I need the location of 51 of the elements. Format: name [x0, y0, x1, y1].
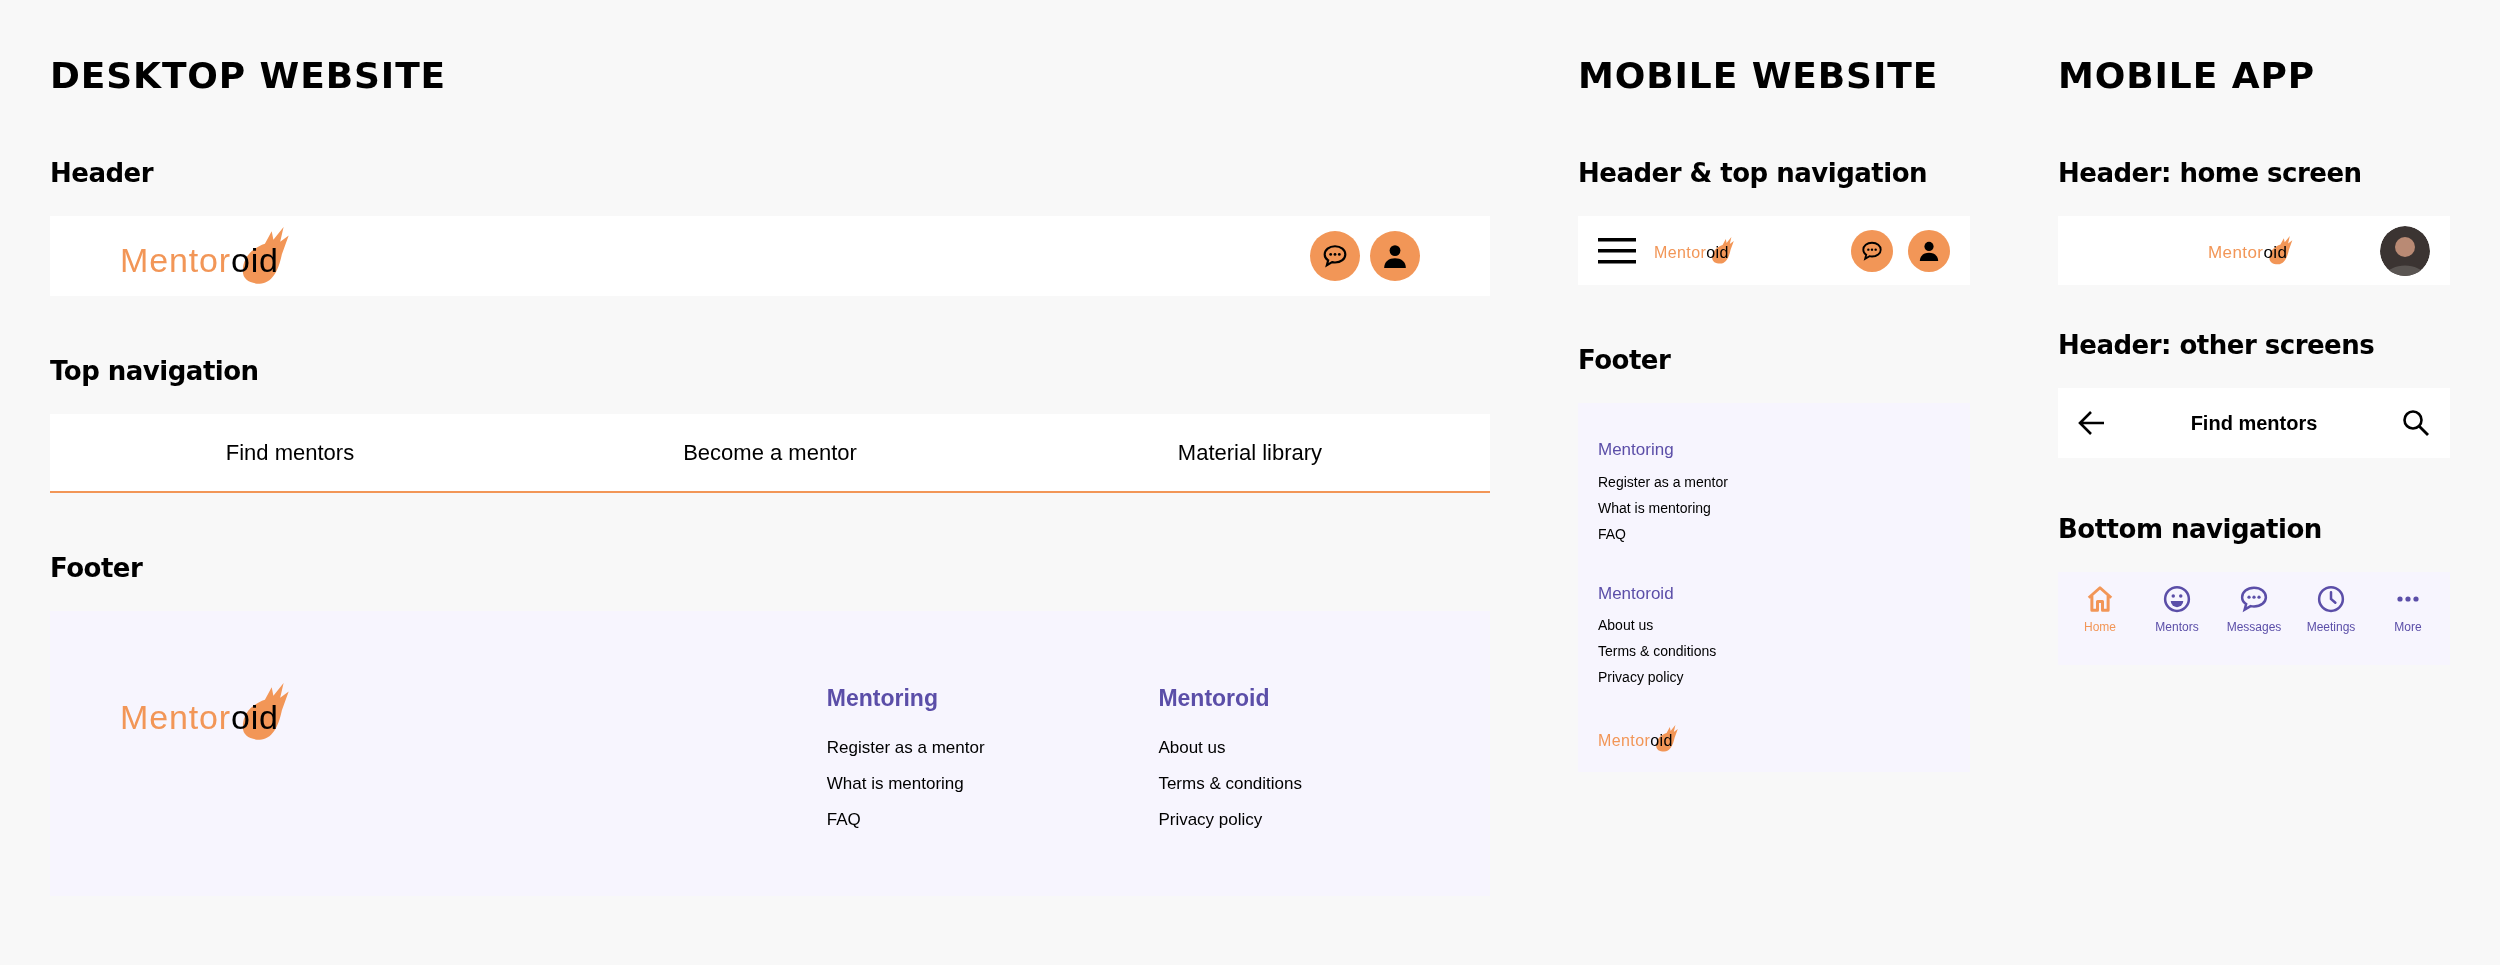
- nav-link[interactable]: Find mentors: [225, 436, 355, 469]
- screen-title: Find mentors: [2190, 411, 2318, 436]
- column-title: DESKTOP WEBSITE: [50, 58, 448, 94]
- footer-heading: Mentoroid: [1598, 582, 1675, 605]
- section-title: Header: [50, 160, 155, 186]
- footer-link[interactable]: Terms & conditions: [1598, 638, 1970, 664]
- profile-button[interactable]: [1370, 231, 1420, 281]
- column-title: MOBILE APP: [2058, 58, 2316, 94]
- section-title: Footer: [1578, 347, 1672, 373]
- footer-link[interactable]: FAQ: [1598, 520, 1970, 547]
- menu-icon[interactable]: [1598, 237, 1636, 264]
- footer-link[interactable]: Privacy policy: [1158, 801, 1490, 838]
- search-icon[interactable]: [2402, 409, 2430, 437]
- chat-button[interactable]: [1310, 231, 1360, 281]
- footer-heading: Mentoroid: [1158, 684, 1271, 713]
- user-icon: [1382, 243, 1408, 269]
- tab[interactable]: Meetings: [2299, 584, 2363, 636]
- nav-link[interactable]: Become a mentor: [683, 436, 857, 469]
- footer-link[interactable]: About us: [1598, 612, 1970, 638]
- avatar[interactable]: [2380, 225, 2430, 276]
- clock-icon: [2316, 584, 2346, 614]
- user-icon: [1918, 239, 1940, 262]
- nav-link[interactable]: Material library: [1177, 436, 1323, 469]
- section-title: Top navigation: [50, 358, 260, 384]
- tab[interactable]: Mentors: [2145, 584, 2209, 636]
- section-title: Footer: [50, 555, 144, 581]
- section-title: Bottom navigation: [2058, 516, 2323, 542]
- chat-icon: [2239, 584, 2269, 614]
- chat-icon: [1861, 239, 1883, 262]
- chat-button[interactable]: [1851, 229, 1893, 272]
- footer-heading: Mentoring: [826, 684, 939, 713]
- footer-link[interactable]: Terms & conditions: [1158, 765, 1490, 802]
- section-title: Header: home screen: [2058, 160, 2363, 186]
- footer-link[interactable]: Privacy policy: [1598, 664, 1970, 690]
- chat-icon: [1322, 243, 1348, 269]
- back-arrow-icon[interactable]: [2078, 410, 2106, 436]
- column-title: MOBILE WEBSITE: [1578, 58, 1940, 94]
- profile-button[interactable]: [1908, 229, 1950, 272]
- footer-heading: Mentoring: [1598, 439, 1675, 461]
- home-icon: [2085, 584, 2115, 614]
- section-title: Header: other screens: [2058, 332, 2376, 358]
- footer-link[interactable]: What is mentoring: [826, 765, 1159, 802]
- footer-link[interactable]: Register as a mentor: [1598, 468, 1970, 495]
- footer-link[interactable]: What is mentoring: [1598, 494, 1970, 521]
- footer-link[interactable]: About us: [1158, 729, 1490, 766]
- section-title: Header & top navigation: [1578, 160, 1929, 186]
- smiley-icon: [2162, 584, 2192, 614]
- tab[interactable]: More: [2376, 584, 2440, 636]
- tab[interactable]: Messages: [2222, 584, 2286, 636]
- footer-link[interactable]: Register as a mentor: [826, 729, 1159, 766]
- footer-link[interactable]: FAQ: [826, 801, 1159, 838]
